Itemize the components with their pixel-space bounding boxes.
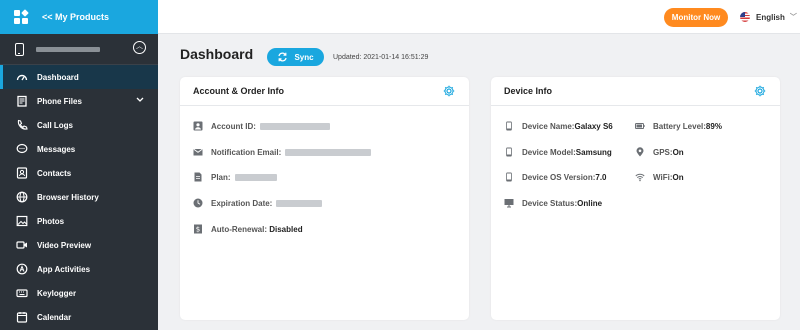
language-selector[interactable]: English ﹀ — [740, 12, 797, 22]
sidebar-item-contacts[interactable]: Contacts — [0, 161, 158, 185]
redacted-plan — [234, 173, 277, 181]
location-pin-icon — [635, 147, 645, 157]
calendar-icon — [16, 311, 28, 323]
contacts-icon — [16, 167, 28, 179]
clock-icon — [193, 198, 203, 208]
last-updated-text: Updated: 2021-01-14 16:51:29 — [333, 54, 429, 61]
sidebar-item-label: App Activities — [37, 264, 91, 274]
sidebar-item-label: Video Preview — [37, 240, 92, 250]
dollar-doc-icon: $ — [193, 224, 203, 234]
us-flag-icon — [740, 12, 750, 22]
redacted-device-name — [36, 46, 100, 52]
sidebar-item-calendar[interactable]: Calendar — [0, 305, 158, 329]
plan-row: Plan: — [193, 172, 277, 182]
my-products-link[interactable]: << My Products — [0, 0, 158, 34]
device-info-card: Device Info Device Name: Galaxy S6 Device… — [491, 77, 780, 320]
document-icon — [193, 172, 203, 182]
sidebar-item-label: Messages — [37, 144, 76, 154]
my-products-label: << My Products — [42, 12, 110, 22]
chat-icon — [16, 143, 28, 155]
auto-renewal-row: $ Auto-Renewal: Disabled — [193, 224, 303, 234]
sidebar-item-label: Calendar — [37, 312, 72, 322]
sidebar-item-video-preview[interactable]: Video Preview — [0, 233, 158, 257]
settings-gear-icon[interactable] — [754, 85, 766, 97]
sync-icon — [278, 52, 288, 62]
account-order-card: Account & Order Info Account ID: Notific… — [180, 77, 469, 320]
sidebar-item-phone-files[interactable]: Phone Files — [0, 89, 158, 113]
phone-call-icon — [16, 119, 28, 131]
sidebar-item-messages[interactable]: Messages — [0, 137, 158, 161]
user-card-icon — [193, 121, 203, 131]
sidebar-item-app-activities[interactable]: App Activities — [0, 257, 158, 281]
keyboard-icon — [16, 287, 28, 299]
monitor-now-button[interactable]: Monitor Now — [664, 8, 728, 27]
sidebar-item-keylogger[interactable]: Keylogger — [0, 281, 158, 305]
sync-button[interactable]: Sync — [267, 48, 324, 66]
phone-icon — [504, 121, 514, 131]
sidebar-item-label: Dashboard — [37, 72, 79, 82]
redacted-expiration — [276, 199, 323, 207]
app-icon — [16, 263, 28, 275]
notification-email-row: Notification Email: — [193, 147, 372, 157]
sidebar-item-label: Phone Files — [37, 96, 82, 106]
device-model-row: Device Model: Samsung — [504, 147, 612, 157]
battery-icon — [635, 121, 645, 131]
svg-text:$: $ — [196, 226, 200, 234]
chevron-down-icon: ﹀ — [789, 14, 797, 21]
phone-device-icon — [15, 42, 24, 56]
monitor-icon — [504, 198, 514, 208]
device-name-row: Device Name: Galaxy S6 — [504, 121, 613, 131]
globe-icon — [16, 191, 28, 203]
sidebar: << My Products ︿ Dashboard Phone Files C… — [0, 0, 158, 330]
sidebar-item-call-logs[interactable]: Call Logs — [0, 113, 158, 137]
sync-label: Sync — [294, 52, 314, 62]
sidebar-item-label: Photos — [37, 216, 65, 226]
battery-level-row: Battery Level: 89% — [635, 121, 722, 131]
mail-icon — [193, 147, 203, 157]
sidebar-item-label: Browser History — [37, 192, 99, 202]
phone-icon — [504, 172, 514, 182]
sidebar-item-photos[interactable]: Photos — [0, 209, 158, 233]
wifi-row: WiFi: On — [635, 172, 684, 182]
card-title: Account & Order Info — [193, 86, 285, 96]
gauge-icon — [16, 71, 28, 83]
wifi-icon — [635, 172, 645, 182]
device-os-row: Device OS Version: 7.0 — [504, 172, 607, 182]
page-title: Dashboard — [180, 46, 254, 62]
redacted-account-id — [259, 122, 330, 130]
files-icon — [16, 95, 28, 107]
top-bar: Monitor Now English ﹀ — [158, 0, 800, 34]
sidebar-item-browser-history[interactable]: Browser History — [0, 185, 158, 209]
sidebar-item-label: Contacts — [37, 168, 72, 178]
sidebar-item-label: Call Logs — [37, 120, 74, 130]
gps-row: GPS: On — [635, 147, 684, 157]
sidebar-item-label: Keylogger — [37, 288, 77, 298]
settings-gear-icon[interactable] — [443, 85, 455, 97]
expiration-date-row: Expiration Date: — [193, 198, 323, 208]
video-icon — [16, 239, 28, 251]
card-title: Device Info — [504, 86, 553, 96]
chevron-down-icon[interactable] — [136, 97, 144, 103]
collapse-device-icon[interactable]: ︿ — [133, 41, 146, 54]
phone-icon — [504, 147, 514, 157]
sidebar-item-dashboard[interactable]: Dashboard — [0, 65, 158, 89]
redacted-email — [285, 148, 372, 156]
apps-grid-icon — [14, 9, 29, 24]
device-status-row: Device Status: Online — [504, 198, 602, 208]
language-label: English — [756, 12, 785, 22]
image-icon — [16, 215, 28, 227]
account-id-row: Account ID: — [193, 121, 330, 131]
